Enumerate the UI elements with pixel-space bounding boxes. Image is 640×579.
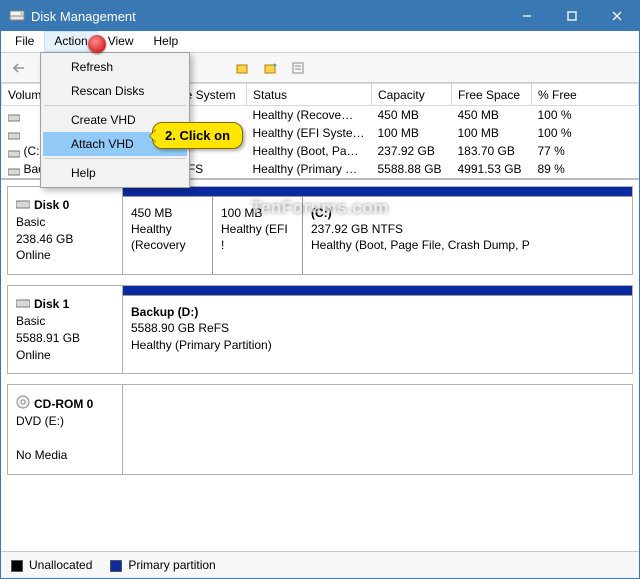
col-status[interactable]: Status (247, 84, 372, 106)
minimize-button[interactable] (504, 1, 549, 31)
disk-row[interactable]: Disk 1Basic5588.91 GBOnlineBackup (D:)55… (7, 285, 633, 374)
col-free[interactable]: Free Space (452, 84, 532, 106)
properties-icon[interactable] (286, 56, 310, 80)
menu-rescan-disks[interactable]: Rescan Disks (43, 79, 187, 103)
window-title: Disk Management (31, 9, 504, 24)
legend-primary: Primary partition (110, 558, 215, 572)
menu-sep (44, 158, 186, 159)
partition[interactable]: 450 MBHealthy (Recovery (123, 197, 213, 274)
titlebar: Disk Management (1, 1, 639, 31)
menu-sep (44, 105, 186, 106)
close-button[interactable] (594, 1, 639, 31)
disk-row[interactable]: CD-ROM 0DVD (E:) No Media (7, 384, 633, 474)
partition[interactable]: (C:)237.92 GB NTFSHealthy (Boot, Page Fi… (303, 197, 632, 274)
connect-icon[interactable] (258, 56, 282, 80)
maximize-button[interactable] (549, 1, 594, 31)
menu-help[interactable]: Help (144, 31, 189, 52)
col-pctfree[interactable]: % Free (532, 84, 639, 106)
disk-map: Disk 0Basic238.46 GBOnline450 MBHealthy … (1, 180, 639, 551)
back-button[interactable] (7, 56, 31, 80)
legend: Unallocated Primary partition (1, 551, 639, 578)
menu-refresh[interactable]: Refresh (43, 55, 187, 79)
disk-row[interactable]: Disk 0Basic238.46 GBOnline450 MBHealthy … (7, 186, 633, 275)
annotation-marker-1 (88, 35, 106, 53)
app-icon (9, 8, 25, 24)
menu-file[interactable]: File (5, 31, 44, 52)
legend-unallocated: Unallocated (11, 558, 92, 572)
partition[interactable]: Backup (D:)5588.90 GB ReFSHealthy (Prima… (123, 296, 632, 373)
annotation-callout: 2. Click on (152, 122, 243, 149)
menu-help[interactable]: Help (43, 161, 187, 185)
refresh-icon[interactable] (230, 56, 254, 80)
partition[interactable]: 100 MBHealthy (EFI ! (213, 197, 303, 274)
action-menu-dropdown: Refresh Rescan Disks Create VHD Attach V… (40, 52, 190, 188)
col-capacity[interactable]: Capacity (372, 84, 452, 106)
